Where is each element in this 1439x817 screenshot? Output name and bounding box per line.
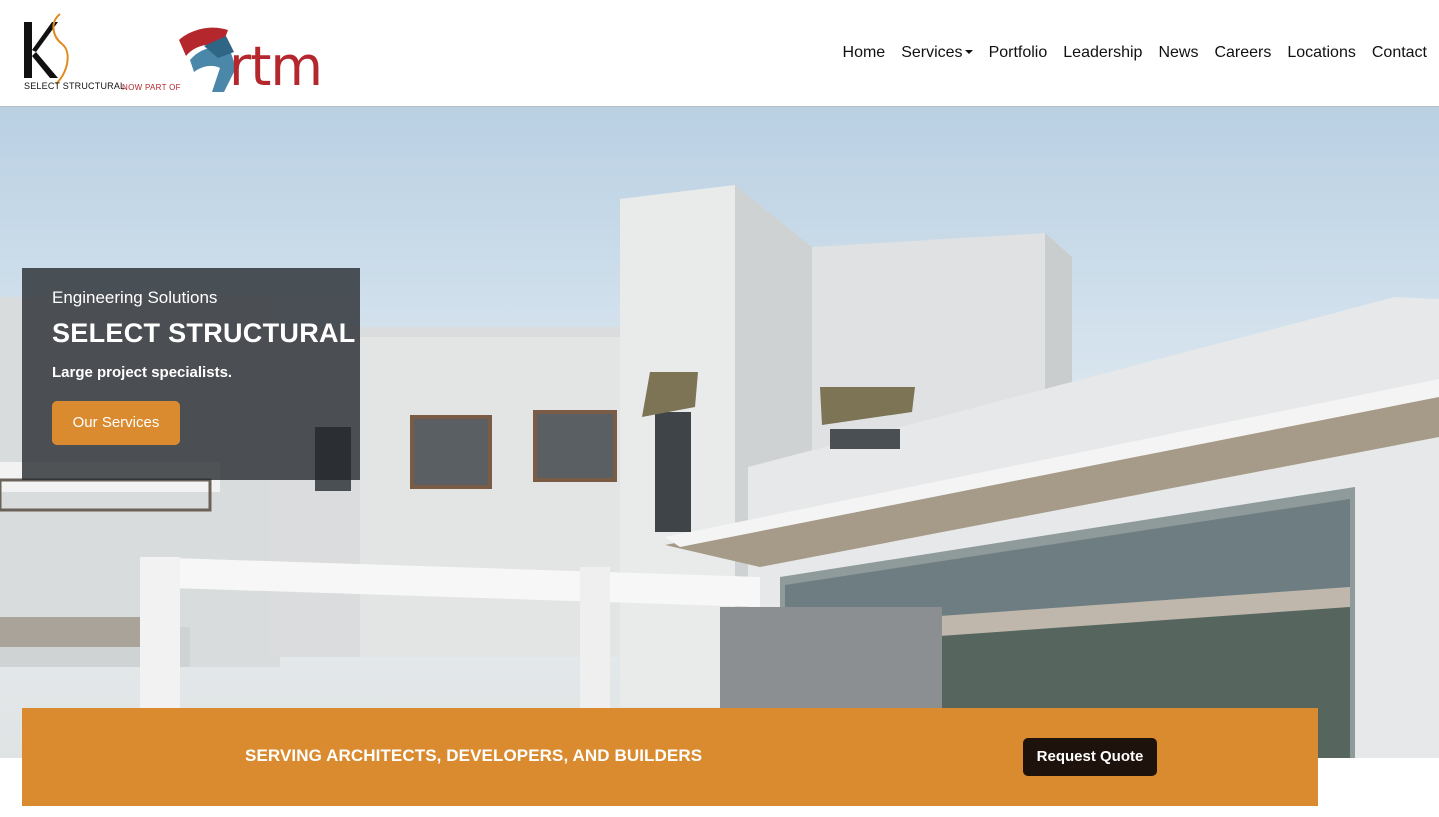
- logo-tagline: NOW PART OF: [122, 83, 181, 92]
- nav-item-home[interactable]: Home: [835, 42, 894, 64]
- hero-subtitle: Engineering Solutions: [52, 288, 218, 307]
- nav-item-portfolio[interactable]: Portfolio: [981, 42, 1056, 64]
- nav-item-contact[interactable]: Contact: [1364, 42, 1435, 64]
- site-header: SELECT STRUCTURAL NOW PART OF rtm Home S…: [0, 0, 1439, 107]
- nav-item-locations[interactable]: Locations: [1279, 42, 1364, 64]
- hero-title: SELECT STRUCTURAL: [52, 318, 356, 348]
- caret-down-icon: [964, 49, 973, 54]
- logo-partner-name: rtm: [229, 35, 323, 98]
- nav-item-services-label: Services: [901, 44, 963, 61]
- hero-description: Large project specialists.: [52, 364, 233, 381]
- nav-item-news[interactable]: News: [1150, 42, 1206, 64]
- nav-item-services[interactable]: Services: [893, 42, 980, 64]
- main-nav: Home Services Portfolio Leadership News …: [835, 42, 1435, 64]
- hero-section: Engineering Solutions SELECT STRUCTURAL …: [0, 107, 1439, 758]
- our-services-button[interactable]: Our Services: [52, 401, 180, 445]
- cta-banner: SERVING ARCHITECTS, DEVELOPERS, AND BUIL…: [22, 708, 1318, 806]
- request-quote-button[interactable]: Request Quote: [1023, 738, 1157, 776]
- hero-caption: Engineering Solutions SELECT STRUCTURAL …: [22, 268, 360, 480]
- logo-brand-text: SELECT STRUCTURAL: [24, 81, 126, 91]
- nav-item-leadership[interactable]: Leadership: [1055, 42, 1150, 64]
- banner-text: SERVING ARCHITECTS, DEVELOPERS, AND BUIL…: [245, 746, 703, 765]
- nav-item-careers[interactable]: Careers: [1206, 42, 1279, 64]
- site-logo[interactable]: SELECT STRUCTURAL NOW PART OF rtm: [22, 12, 332, 98]
